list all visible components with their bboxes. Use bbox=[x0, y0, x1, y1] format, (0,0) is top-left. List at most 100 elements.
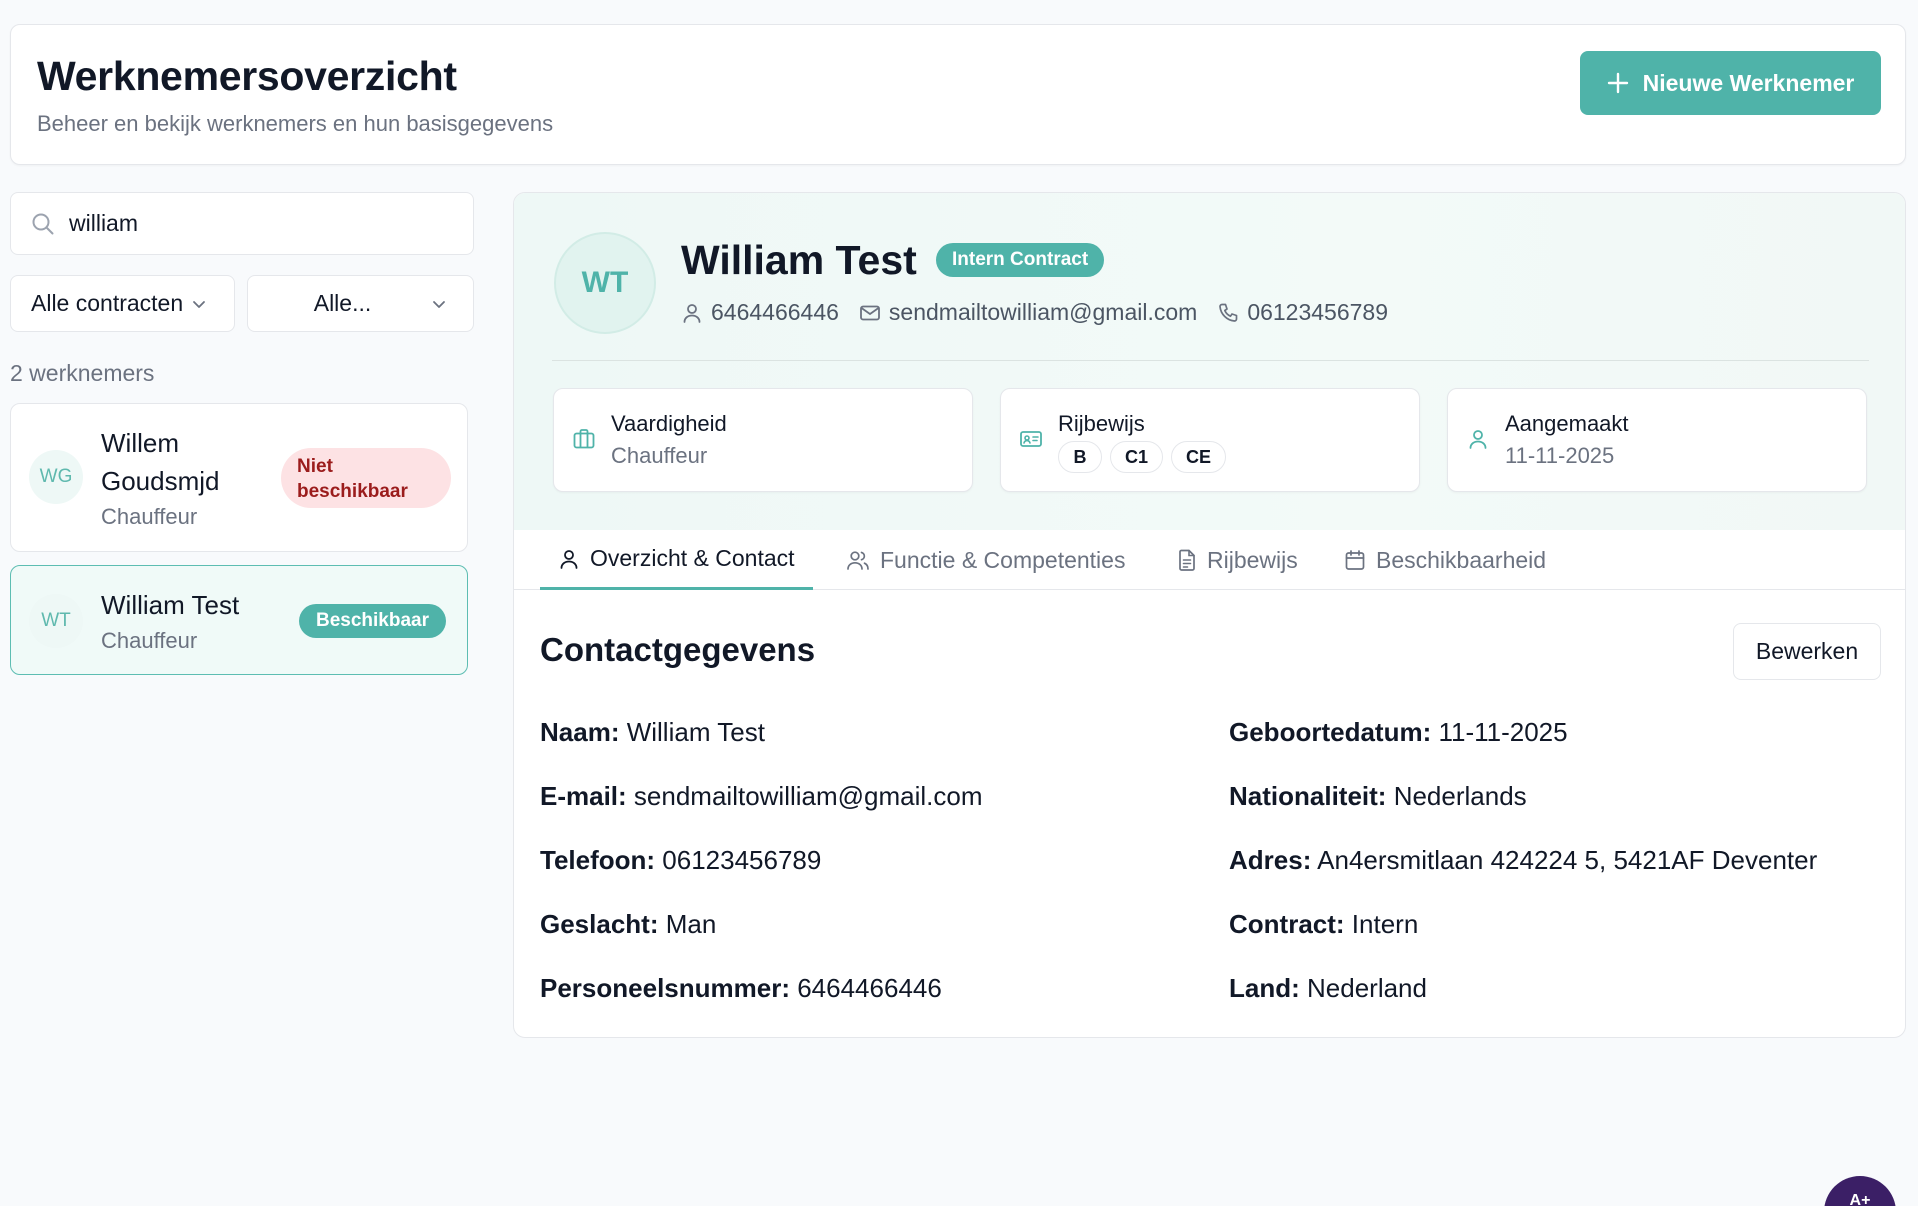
license-chip: C1 bbox=[1110, 441, 1164, 473]
field-phone: Telefoon: 06123456789 bbox=[540, 845, 821, 876]
license-chip: CE bbox=[1171, 441, 1227, 473]
created-value: 11-11-2025 bbox=[1505, 443, 1615, 468]
employee-name: William Test bbox=[681, 237, 917, 283]
new-employee-button[interactable]: Nieuwe Werknemer bbox=[1580, 51, 1881, 115]
skill-card: Vaardigheid Chauffeur bbox=[553, 388, 973, 492]
tab-label: Functie & Competenties bbox=[880, 546, 1126, 573]
employee-count: 2 werknemers bbox=[10, 360, 155, 386]
field-contract: Contract: Intern bbox=[1229, 909, 1418, 940]
field-label: Geboortedatum: bbox=[1229, 717, 1432, 747]
field-country: Land: Nederland bbox=[1229, 973, 1427, 1004]
personnel-number-value: 6464466446 bbox=[711, 299, 839, 325]
field-label: Personeelsnummer: bbox=[540, 973, 790, 1003]
tab-label: Rijbewijs bbox=[1207, 546, 1298, 573]
employee-role: Chauffeur bbox=[101, 628, 198, 653]
status-badge: Beschikbaar bbox=[299, 604, 447, 638]
tab-overview-contact[interactable]: Overzicht & Contact bbox=[540, 530, 813, 590]
user-icon bbox=[1469, 430, 1487, 449]
search-field[interactable] bbox=[10, 192, 474, 255]
contract-filter-value: Alle contracten bbox=[31, 290, 184, 316]
briefcase-icon bbox=[573, 429, 595, 449]
field-value: 06123456789 bbox=[662, 845, 822, 875]
status-badge: Niet beschikbaar bbox=[281, 448, 451, 508]
tab-function-competences[interactable]: Functie & Competenties bbox=[846, 530, 1125, 590]
new-employee-label: Nieuwe Werknemer bbox=[1642, 69, 1855, 96]
users-icon bbox=[847, 551, 869, 570]
page-title: Werknemersoverzicht bbox=[37, 53, 457, 99]
field-value: Intern bbox=[1351, 909, 1419, 939]
document-icon bbox=[1179, 549, 1195, 571]
field-value: Man bbox=[665, 909, 717, 939]
accessibility-button[interactable]: A+ bbox=[1824, 1176, 1896, 1206]
field-birthdate: Geboortedatum: 11-11-2025 bbox=[1229, 717, 1568, 748]
field-value: 6464466446 bbox=[797, 973, 942, 1003]
field-label: Telefoon: bbox=[540, 845, 656, 875]
field-value: 11-11-2025 bbox=[1438, 717, 1568, 747]
chevron-down-icon bbox=[433, 300, 446, 308]
field-label: Land: bbox=[1229, 973, 1300, 1003]
user-icon bbox=[560, 549, 578, 569]
employee-detail-panel: WT William Test Intern Contract 64644664… bbox=[513, 192, 1906, 1038]
field-name: Naam: William Test bbox=[540, 717, 765, 748]
mail-icon bbox=[860, 305, 880, 320]
detail-header: WT William Test Intern Contract 64644664… bbox=[514, 193, 1905, 530]
phone: 06123456789 bbox=[1217, 299, 1388, 326]
skill-value: Chauffeur bbox=[611, 443, 708, 468]
personnel-number: 6464466446 bbox=[681, 299, 839, 326]
user-icon bbox=[683, 303, 701, 323]
contract-filter-select[interactable]: Alle contracten bbox=[10, 275, 235, 332]
field-value: sendmailtowilliam@gmail.com bbox=[633, 781, 983, 811]
field-email: E-mail: sendmailtowilliam@gmail.com bbox=[540, 781, 983, 812]
tab-label: Overzicht & Contact bbox=[590, 545, 795, 571]
field-label: Naam: bbox=[540, 717, 620, 747]
contract-badge: Intern Contract bbox=[936, 243, 1105, 277]
status-filter-select[interactable]: Alle... bbox=[247, 275, 474, 332]
employee-role: Chauffeur bbox=[101, 504, 198, 529]
created-card: Aangemaakt 11-11-2025 bbox=[1447, 388, 1867, 492]
avatar: WG bbox=[29, 450, 83, 504]
edit-button[interactable]: Bewerken bbox=[1733, 623, 1881, 680]
field-gender: Geslacht: Man bbox=[540, 909, 716, 940]
field-personnel-number: Personeelsnummer: 6464466446 bbox=[540, 973, 942, 1004]
avatar: WT bbox=[554, 232, 656, 334]
created-label: Aangemaakt bbox=[1505, 411, 1629, 436]
calendar-icon bbox=[1345, 550, 1365, 570]
license-chips: B C1 CE bbox=[1058, 441, 1227, 473]
field-label: Contract: bbox=[1229, 909, 1345, 939]
field-label: Geslacht: bbox=[540, 909, 659, 939]
field-address: Adres: An4ersmitlaan 424224 5, 5421AF De… bbox=[1229, 845, 1817, 876]
field-value: Nederlands bbox=[1393, 781, 1527, 811]
field-nationality: Nationaliteit: Nederlands bbox=[1229, 781, 1527, 812]
license-label: Rijbewijs bbox=[1058, 411, 1145, 436]
id-card-icon bbox=[1020, 431, 1042, 447]
detail-tabs: Overzicht & Contact Functie & Competenti… bbox=[514, 530, 1905, 590]
field-value: An4ersmitlaan 424224 5, 5421AF Deventer bbox=[1317, 845, 1818, 875]
employee-list-item[interactable]: WG Willem Goudsmjd Chauffeur Niet beschi… bbox=[10, 403, 468, 552]
search-input[interactable] bbox=[69, 210, 449, 237]
skill-label: Vaardigheid bbox=[611, 411, 727, 436]
divider bbox=[552, 360, 1869, 361]
field-label: Adres: bbox=[1229, 845, 1312, 875]
employee-name: William Test bbox=[101, 590, 240, 620]
employee-name: Willem Goudsmjd bbox=[101, 428, 220, 496]
employee-list-item[interactable]: WT William Test Chauffeur Beschikbaar bbox=[10, 565, 468, 675]
chevron-down-icon bbox=[193, 300, 206, 308]
field-value: William Test bbox=[626, 717, 765, 747]
phone-value: 06123456789 bbox=[1247, 299, 1389, 325]
avatar: WT bbox=[29, 594, 83, 648]
license-chip: B bbox=[1058, 441, 1102, 473]
phone-icon bbox=[1219, 303, 1238, 322]
plus-icon bbox=[1607, 72, 1628, 94]
section-title: Contactgegevens bbox=[540, 631, 816, 668]
license-card: Rijbewijs B C1 CE bbox=[1000, 388, 1420, 492]
status-filter-value: Alle... bbox=[313, 290, 372, 316]
tab-availability[interactable]: Beschikbaarheid bbox=[1344, 530, 1546, 590]
email: sendmailtowilliam@gmail.com bbox=[859, 299, 1197, 326]
search-icon bbox=[32, 213, 54, 234]
tab-label: Beschikbaarheid bbox=[1376, 546, 1547, 573]
page-header: Werknemersoverzicht Beheer en bekijk wer… bbox=[10, 24, 1906, 165]
field-label: Nationaliteit: bbox=[1229, 781, 1387, 811]
field-value: Nederland bbox=[1307, 973, 1427, 1003]
tab-license[interactable]: Rijbewijs bbox=[1177, 530, 1298, 590]
page-subtitle: Beheer en bekijk werknemers en hun basis… bbox=[37, 111, 554, 136]
